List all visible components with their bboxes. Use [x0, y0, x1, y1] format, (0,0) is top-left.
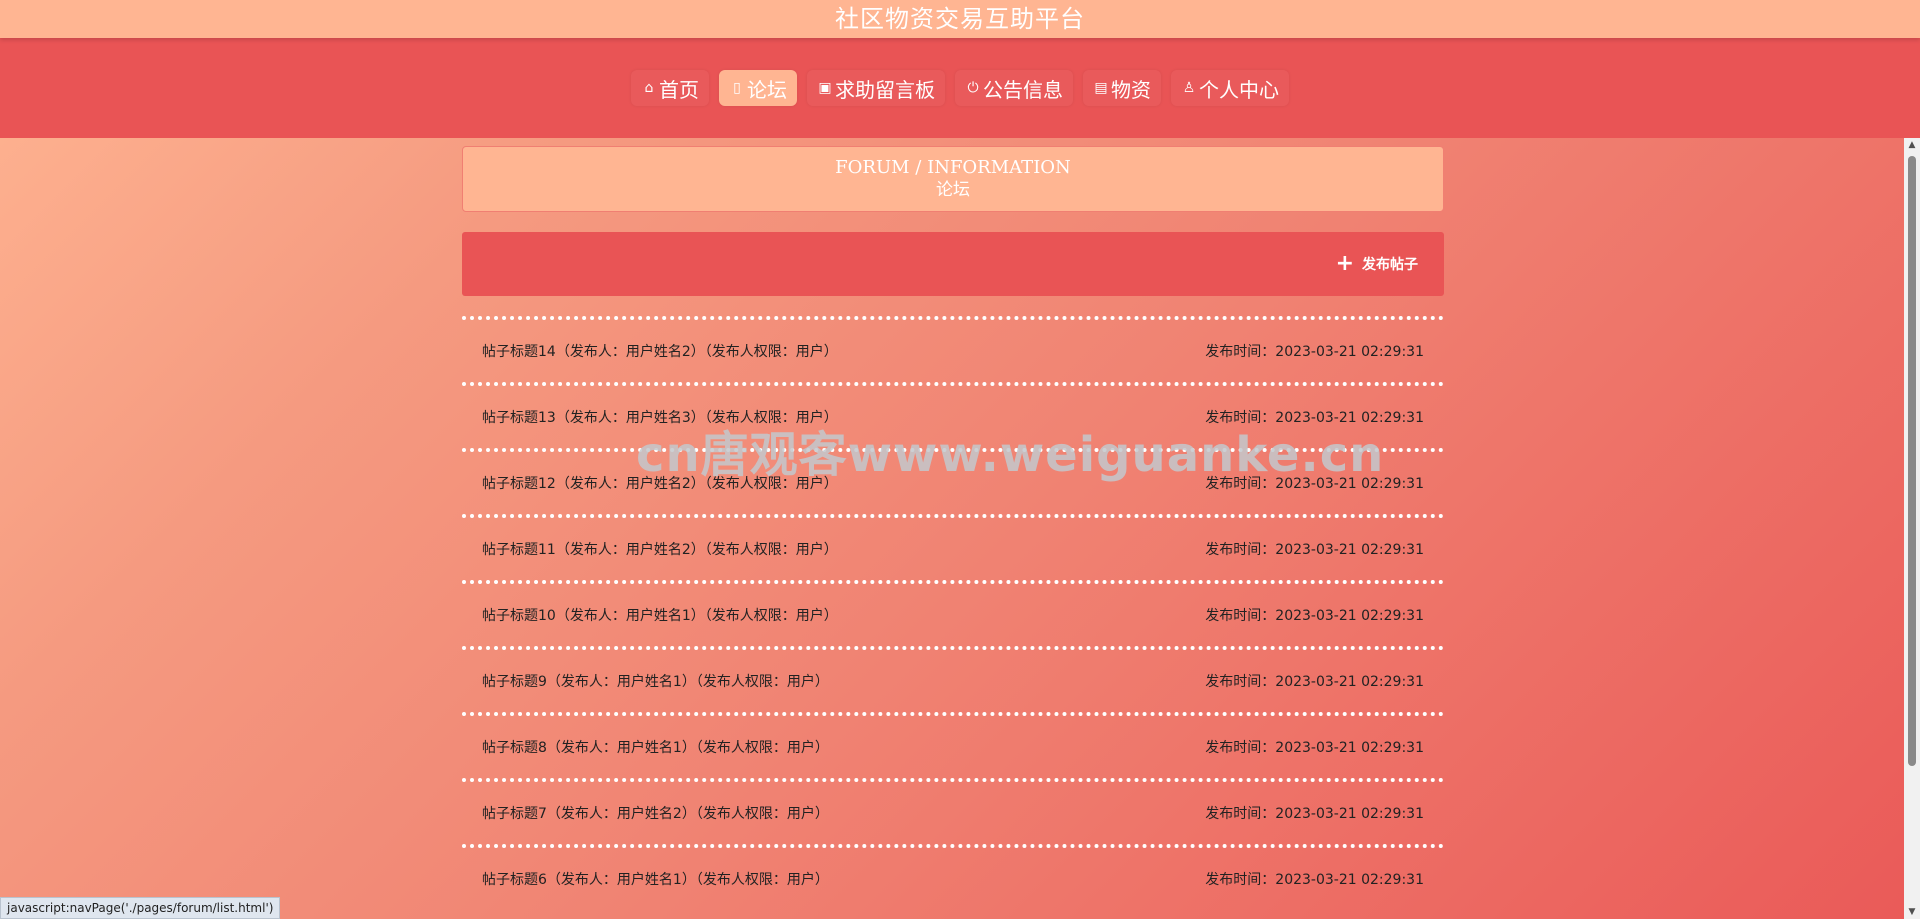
nav-item-profile[interactable]: ♙ 个人中心	[1171, 70, 1289, 106]
nav-item-label: 论坛	[747, 77, 787, 102]
post-time: 发布时间：2023-03-21 02:29:31	[1205, 344, 1424, 360]
post-row[interactable]: 帖子标题14（发布人：用户姓名2）（发布人权限：用户） 发布时间：2023-03…	[462, 316, 1444, 382]
main-nav: ⌂ 首页 ▯ 论坛 ▣ 求助留言板 ⏻ 公告信息 ▤ 物资 ♙ 个人中心	[0, 38, 1920, 138]
post-title: 帖子标题13（发布人：用户姓名3）（发布人权限：用户）	[482, 410, 838, 426]
post-time: 发布时间：2023-03-21 02:29:31	[1205, 542, 1424, 558]
section-title-zh: 论坛	[936, 180, 970, 200]
nav-item-label: 公告信息	[983, 77, 1063, 102]
post-title: 帖子标题11（发布人：用户姓名2）（发布人权限：用户）	[482, 542, 838, 558]
post-title: 帖子标题14（发布人：用户姓名2）（发布人权限：用户）	[482, 344, 838, 360]
main-content: FORUM / INFORMATION 论坛 + 发布帖子 帖子标题14（发布人…	[462, 146, 1444, 910]
publish-post-button[interactable]: + 发布帖子	[1335, 251, 1418, 276]
scrollbar-thumb[interactable]	[1908, 156, 1916, 766]
post-title: 帖子标题7（发布人：用户姓名2）（发布人权限：用户）	[482, 806, 829, 822]
post-time: 发布时间：2023-03-21 02:29:31	[1205, 410, 1424, 426]
post-title: 帖子标题9（发布人：用户姓名1）（发布人权限：用户）	[482, 674, 829, 690]
post-row[interactable]: 帖子标题6（发布人：用户姓名1）（发布人权限：用户） 发布时间：2023-03-…	[462, 844, 1444, 910]
post-time: 发布时间：2023-03-21 02:29:31	[1205, 806, 1424, 822]
message-board-icon: ▣	[818, 80, 832, 96]
browser-status-bar: javascript:navPage('./pages/forum/list.h…	[0, 897, 281, 919]
post-time: 发布时间：2023-03-21 02:29:31	[1205, 608, 1424, 624]
home-icon: ⌂	[644, 80, 654, 96]
post-title: 帖子标题8（发布人：用户姓名1）（发布人权限：用户）	[482, 740, 829, 756]
nav-item-message-board[interactable]: ▣ 求助留言板	[807, 70, 945, 106]
user-icon: ♙	[1182, 80, 1196, 96]
post-row[interactable]: 帖子标题13（发布人：用户姓名3）（发布人权限：用户） 发布时间：2023-03…	[462, 382, 1444, 448]
post-time: 发布时间：2023-03-21 02:29:31	[1205, 476, 1424, 492]
post-title: 帖子标题10（发布人：用户姓名1）（发布人权限：用户）	[482, 608, 838, 624]
post-time: 发布时间：2023-03-21 02:29:31	[1205, 674, 1424, 690]
nav-item-goods[interactable]: ▤ 物资	[1083, 70, 1161, 106]
post-row[interactable]: 帖子标题7（发布人：用户姓名2）（发布人权限：用户） 发布时间：2023-03-…	[462, 778, 1444, 844]
nav-item-label: 求助留言板	[835, 77, 935, 102]
post-time: 发布时间：2023-03-21 02:29:31	[1205, 872, 1424, 888]
site-title: 社区物资交易互助平台	[835, 5, 1085, 33]
scroll-up-arrow-icon[interactable]: ▲	[1904, 138, 1920, 152]
post-row[interactable]: 帖子标题12（发布人：用户姓名2）（发布人权限：用户） 发布时间：2023-03…	[462, 448, 1444, 514]
post-time: 发布时间：2023-03-21 02:29:31	[1205, 740, 1424, 756]
nav-item-home[interactable]: ⌂ 首页	[631, 70, 709, 106]
goods-icon: ▤	[1094, 80, 1108, 96]
page-scrollbar[interactable]: ▲ ▼	[1904, 138, 1920, 919]
nav-item-label: 个人中心	[1199, 77, 1279, 102]
post-row[interactable]: 帖子标题11（发布人：用户姓名2）（发布人权限：用户） 发布时间：2023-03…	[462, 514, 1444, 580]
post-title: 帖子标题12（发布人：用户姓名2）（发布人权限：用户）	[482, 476, 838, 492]
post-row[interactable]: 帖子标题10（发布人：用户姓名1）（发布人权限：用户） 发布时间：2023-03…	[462, 580, 1444, 646]
section-header: FORUM / INFORMATION 论坛	[462, 146, 1444, 212]
site-header: 社区物资交易互助平台	[0, 0, 1920, 38]
post-row[interactable]: 帖子标题8（发布人：用户姓名1）（发布人权限：用户） 发布时间：2023-03-…	[462, 712, 1444, 778]
nav-item-announcements[interactable]: ⏻ 公告信息	[955, 70, 1073, 106]
post-list: 帖子标题14（发布人：用户姓名2）（发布人权限：用户） 发布时间：2023-03…	[462, 316, 1444, 910]
scroll-down-arrow-icon[interactable]: ▼	[1904, 905, 1920, 919]
plus-icon: +	[1335, 251, 1354, 276]
power-icon: ⏻	[967, 80, 979, 96]
section-title-en: FORUM / INFORMATION	[835, 157, 1071, 178]
nav-item-forum[interactable]: ▯ 论坛	[719, 70, 797, 106]
action-bar: + 发布帖子	[462, 232, 1444, 296]
nav-item-label: 物资	[1111, 77, 1151, 102]
forum-icon: ▯	[733, 80, 741, 96]
post-row[interactable]: 帖子标题9（发布人：用户姓名1）（发布人权限：用户） 发布时间：2023-03-…	[462, 646, 1444, 712]
publish-post-label: 发布帖子	[1362, 257, 1418, 273]
post-title: 帖子标题6（发布人：用户姓名1）（发布人权限：用户）	[482, 872, 829, 888]
nav-item-label: 首页	[659, 77, 699, 102]
